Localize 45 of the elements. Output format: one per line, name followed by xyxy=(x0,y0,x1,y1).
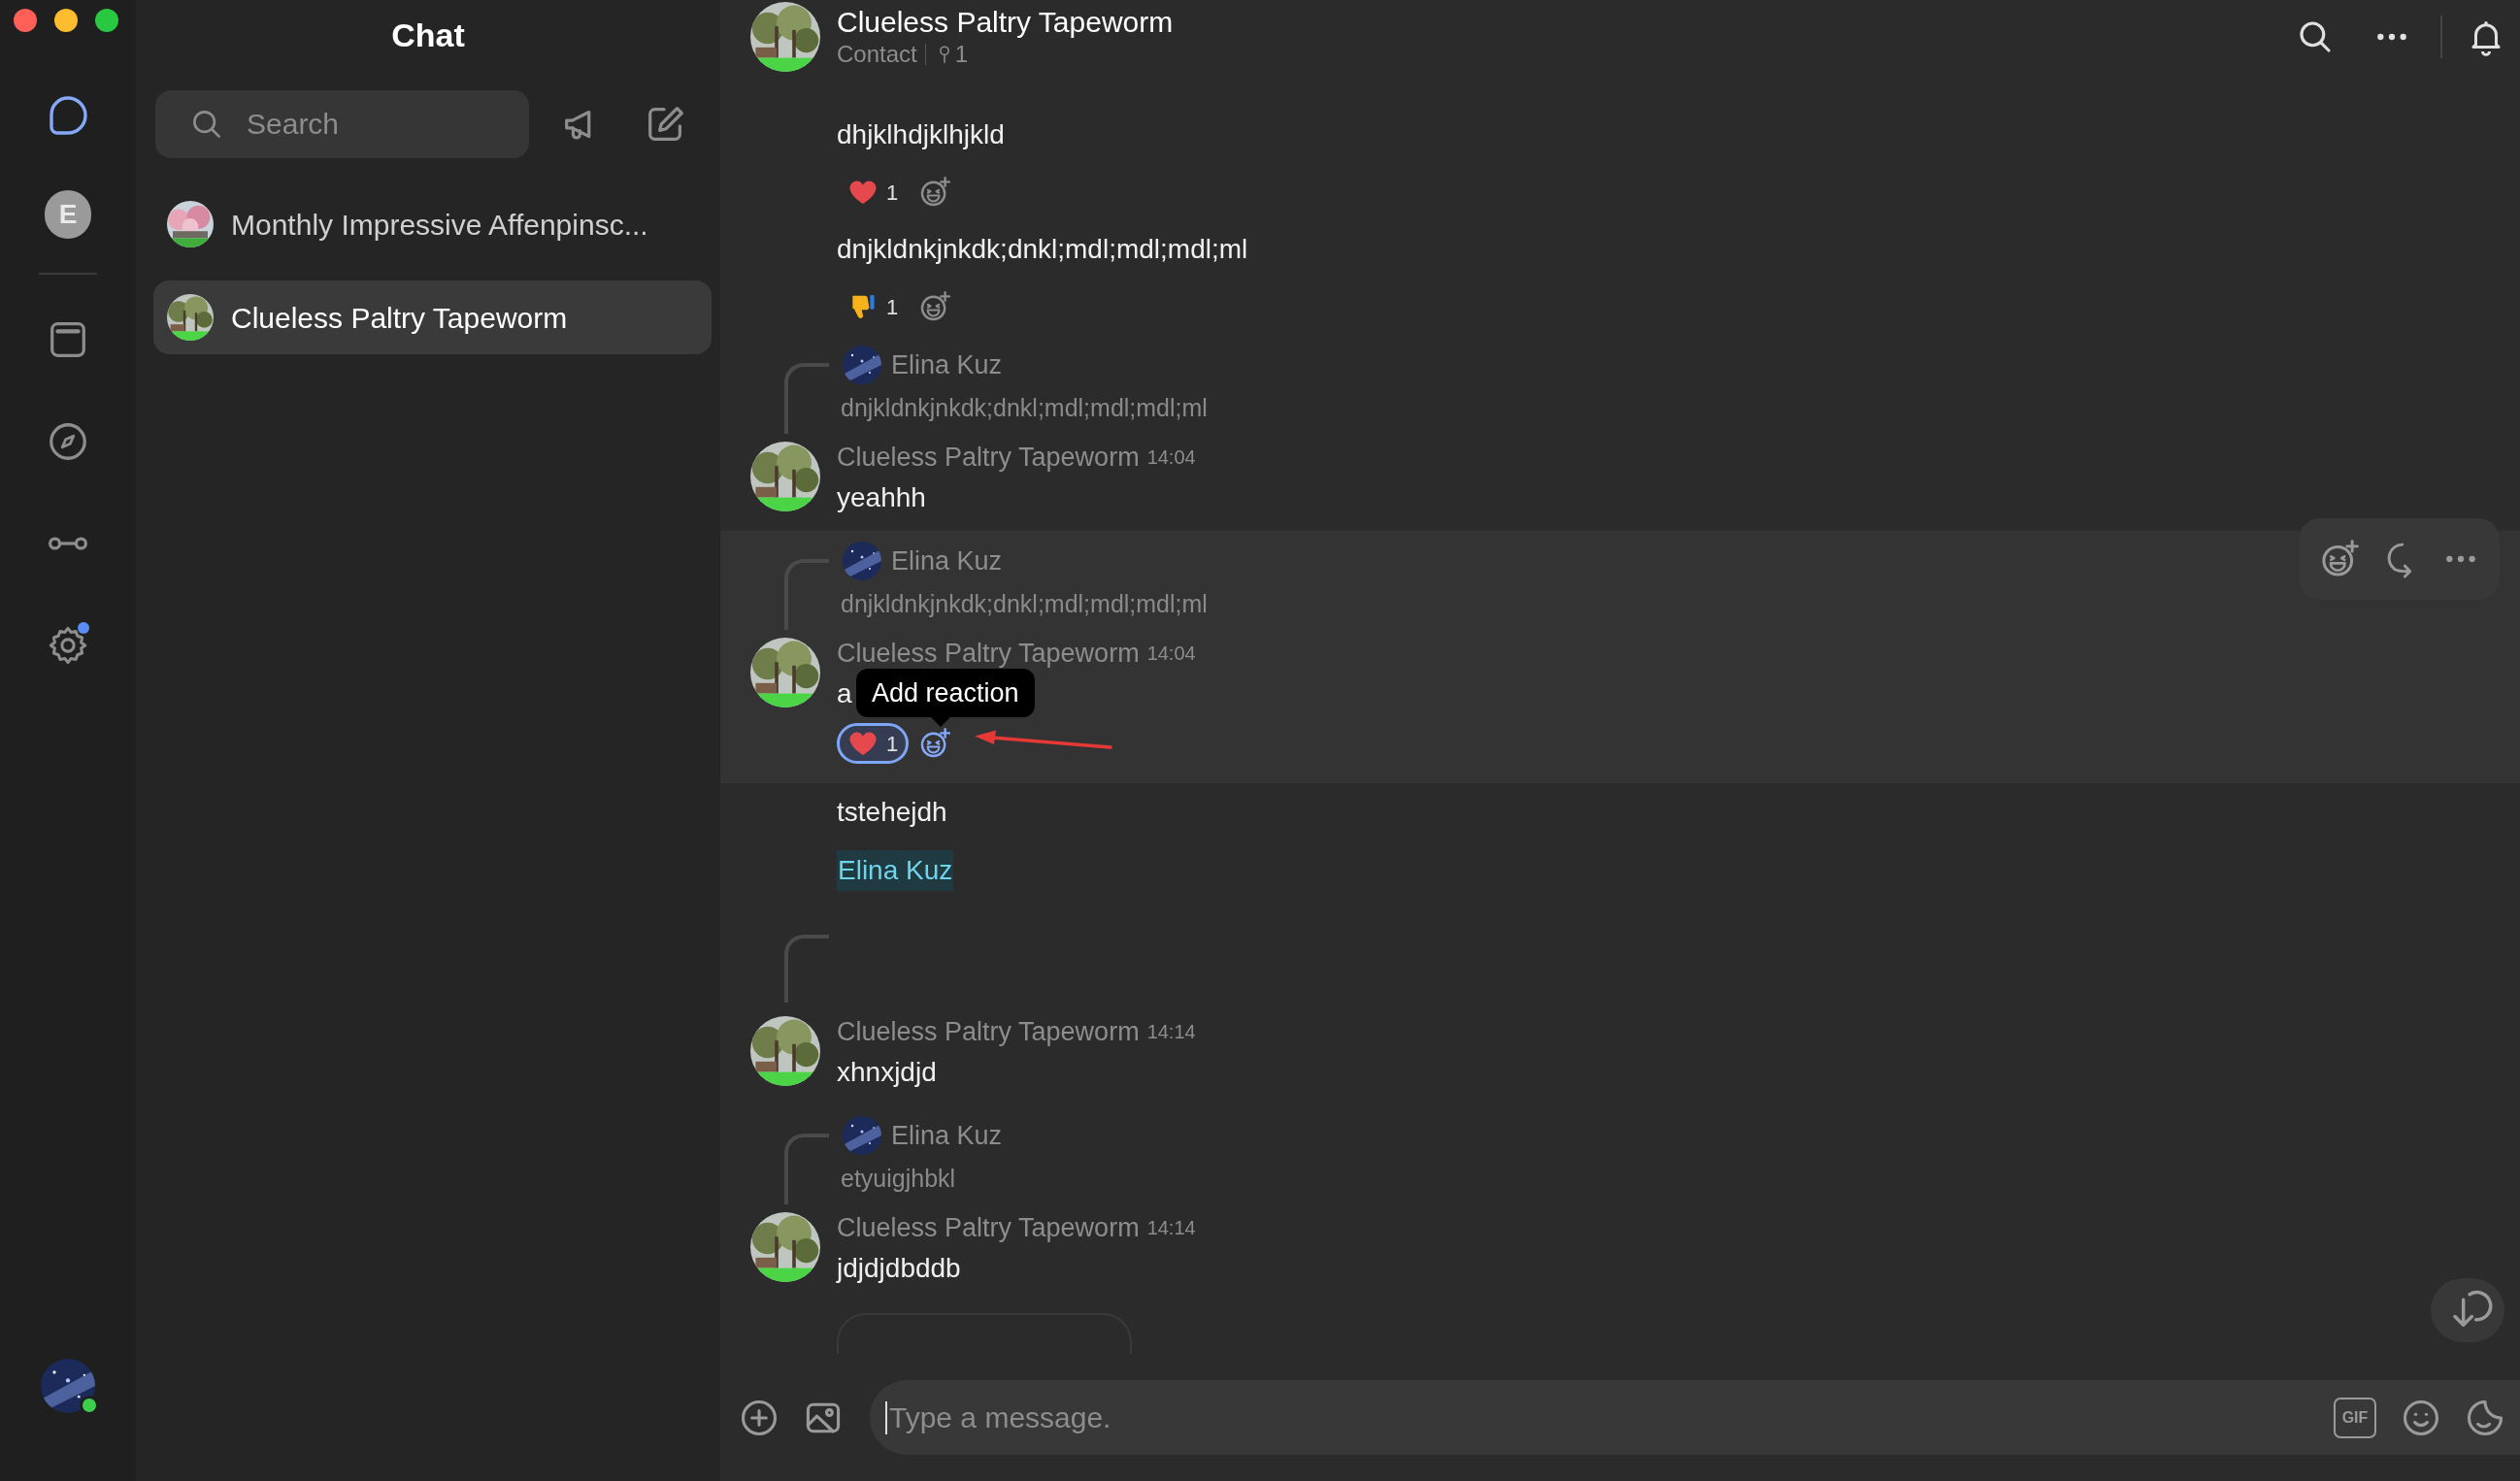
tooltip-pointer xyxy=(931,717,950,727)
pin-count: 1 xyxy=(954,42,969,66)
reply-author: Elina Kuz xyxy=(891,1119,1003,1152)
message-text: a xyxy=(837,677,852,710)
message-time: 14:14 xyxy=(1146,1020,1196,1044)
message-text: yeahhh xyxy=(837,481,926,514)
message-text: jdjdjdbddb xyxy=(837,1252,961,1285)
chat-list-item[interactable]: Monthly Impressive Affenpinsc... xyxy=(153,187,712,261)
message-time: 14:14 xyxy=(1146,1216,1196,1240)
minimize-button[interactable] xyxy=(54,9,78,32)
tooltip: Add reaction xyxy=(856,669,1035,717)
search-field[interactable]: Search xyxy=(155,90,529,158)
message-text: dnjkldnkjnkdk;dnkl;mdl;mdl;mdl;ml xyxy=(837,233,1248,266)
message-text: tstehejdh xyxy=(837,796,947,829)
add-reaction-icon[interactable] xyxy=(918,176,952,209)
sender-name: Clueless Paltry Tapeworm xyxy=(837,441,1140,474)
contact-type: Contact xyxy=(837,42,917,66)
add-reaction-icon[interactable] xyxy=(918,727,952,760)
sender-name: Clueless Paltry Tapeworm xyxy=(837,1015,1140,1048)
mention-link[interactable]: Elina Kuz xyxy=(837,850,954,891)
text-cursor xyxy=(885,1401,887,1434)
message-time: 14:04 xyxy=(1146,642,1196,666)
contact-name: Clueless Paltry Tapeworm xyxy=(837,7,1174,37)
reply-line xyxy=(784,935,829,1003)
reply-author: Elina Kuz xyxy=(891,544,1003,577)
reaction-chip[interactable]: 1 xyxy=(837,723,910,764)
zoom-button[interactable] xyxy=(95,9,118,32)
sender-name: Clueless Paltry Tapeworm xyxy=(837,1211,1140,1244)
message-text: dhjklhdjklhjkld xyxy=(837,118,1005,151)
chat-name: Clueless Paltry Tapeworm xyxy=(231,300,568,336)
reply-text: dnjkldnkjnkdk;dnkl;mdl;mdl;mdl;ml xyxy=(841,393,1208,424)
sidebar-title: Chat xyxy=(390,15,466,55)
message-text: xhnxjdjd xyxy=(837,1056,937,1089)
reply-author: Elina Kuz xyxy=(891,348,1003,381)
reply-text: etyuigjhbkl xyxy=(841,1164,956,1195)
reply-text: dnjkldnkjnkdk;dnkl;mdl;mdl;mdl;ml xyxy=(841,589,1208,620)
chat-list-item[interactable]: Clueless Paltry Tapeworm xyxy=(153,280,712,354)
reaction-chip[interactable]: 1 xyxy=(837,172,910,213)
reaction-chip[interactable]: 1 xyxy=(837,286,910,327)
gif-button[interactable]: GIF xyxy=(2334,1397,2376,1438)
chat-name: Monthly Impressive Affenpinsc... xyxy=(231,207,648,243)
close-button[interactable] xyxy=(14,9,37,32)
sender-name: Clueless Paltry Tapeworm xyxy=(837,637,1140,670)
message-time: 14:04 xyxy=(1146,445,1196,470)
add-reaction-icon[interactable] xyxy=(918,290,952,323)
